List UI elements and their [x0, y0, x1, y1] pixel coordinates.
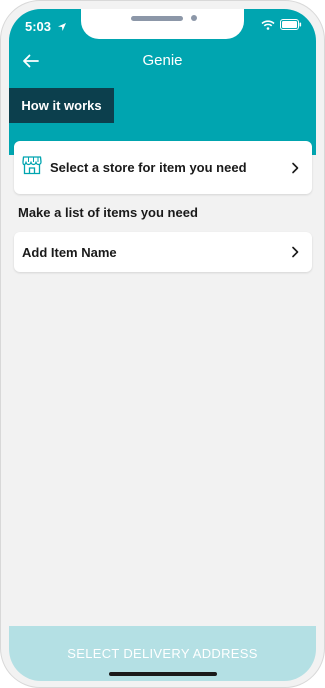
header: 5:03 Genie How it works — [9, 9, 316, 155]
status-time: 5:03 — [25, 19, 67, 34]
store-icon — [22, 155, 42, 180]
wifi-icon — [261, 19, 275, 30]
chevron-right-icon — [288, 245, 302, 264]
select-delivery-address-label: SELECT DELIVERY ADDRESS — [67, 646, 258, 661]
location-arrow-icon — [57, 23, 66, 31]
add-item-card[interactable]: Add Item Name — [14, 232, 312, 272]
add-item-label: Add Item Name — [22, 244, 117, 260]
phone-frame: 5:03 Genie How it works Select a store f… — [0, 0, 325, 688]
home-indicator — [109, 672, 217, 676]
select-store-label: Select a store for item you need — [50, 160, 247, 175]
how-it-works-button[interactable]: How it works — [9, 88, 114, 123]
device-notch — [81, 9, 244, 39]
page-title: Genie — [142, 52, 183, 69]
item-list-heading: Make a list of items you need — [18, 205, 198, 220]
chevron-right-icon — [288, 161, 302, 180]
front-camera — [191, 15, 197, 21]
status-time-text: 5:03 — [25, 19, 52, 34]
select-store-card[interactable]: Select a store for item you need — [14, 141, 312, 194]
speaker-grill — [131, 16, 183, 21]
app-screen: 5:03 Genie How it works Select a store f… — [9, 9, 316, 681]
status-icons — [261, 19, 302, 30]
battery-icon — [280, 19, 302, 30]
